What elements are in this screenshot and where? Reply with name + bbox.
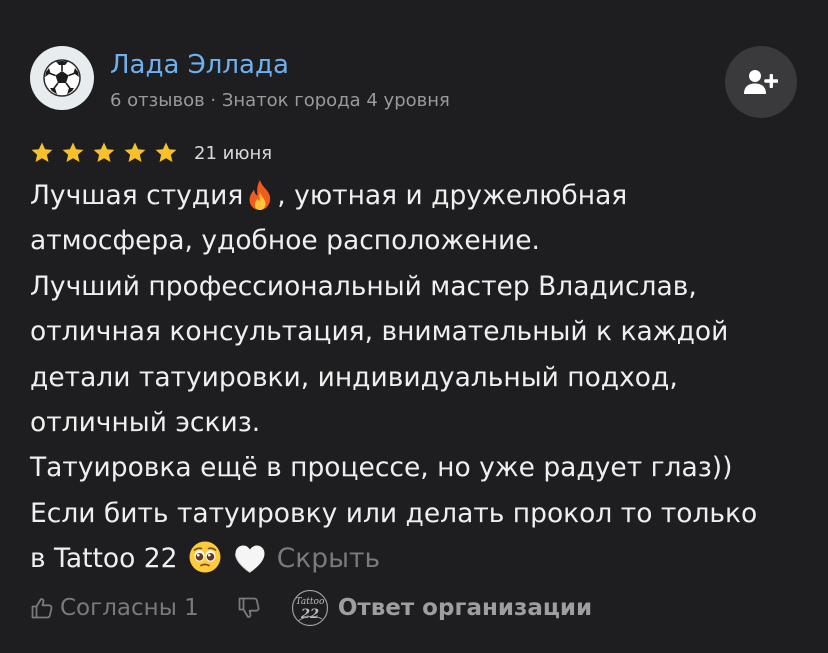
- review-date: 21 июня: [194, 142, 273, 164]
- review-line: отличная консультация, внимательный к ка…: [30, 316, 729, 348]
- review-text: Лучшая студия , уютная и дружелюбная атмо…: [30, 173, 810, 582]
- star-icon: [93, 142, 115, 162]
- soccer-ball-icon: [43, 59, 81, 97]
- review-text-part: в Tattoo 22: [30, 543, 178, 575]
- pleading-face-emoji-icon: [189, 541, 221, 573]
- hide-link[interactable]: Скрыть: [277, 543, 380, 574]
- star-icon: [62, 142, 84, 162]
- review-line: в Tattoo 22 Скрыть: [30, 536, 810, 581]
- thumbs-up-icon: [31, 598, 53, 619]
- svg-text:22: 22: [300, 607, 319, 622]
- review-line: атмосфера, удобное расположение.: [30, 225, 540, 257]
- svg-text:Tattoo: Tattoo: [295, 597, 324, 607]
- rating-row: 21 июня: [30, 139, 272, 167]
- review-line: Лучший профессиональный мастер Владислав…: [30, 270, 697, 302]
- org-reply-button[interactable]: Tattoo 22 Ответ организации: [291, 589, 592, 627]
- star-icon: [124, 142, 146, 162]
- review-actions: Согласны 1 Tattoo 22 Ответ организации: [30, 588, 592, 628]
- author-avatar[interactable]: [30, 46, 94, 110]
- like-button[interactable]: Согласны 1: [30, 595, 199, 621]
- subscribe-button[interactable]: [725, 46, 797, 118]
- tattoo-22-logo-icon: Tattoo 22: [291, 589, 328, 627]
- like-label: Согласны 1: [60, 595, 199, 621]
- review-text-part: Лучшая студия: [30, 180, 244, 211]
- review-line: Татуировка ещё в процессе, но уже радует…: [30, 452, 733, 484]
- star-icon: [31, 142, 53, 162]
- author-name[interactable]: Лада Эллада: [110, 48, 289, 82]
- fire-emoji-icon: [249, 180, 271, 210]
- review-line: отличный эскиз.: [30, 407, 261, 439]
- star-icon: [155, 142, 177, 162]
- review-line: Если бить татуировку или делать прокол т…: [30, 497, 758, 529]
- review-line: детали татуировки, индивидуальный подход…: [30, 361, 678, 393]
- add-user-icon: [744, 70, 778, 94]
- review-text-part: , уютная и дружелюбная: [277, 180, 628, 211]
- dislike-button[interactable]: [237, 596, 261, 620]
- review-line: Лучшая студия , уютная и дружелюбная: [30, 173, 810, 218]
- review-card: Лада Эллада 6 отзывов · Знаток города 4 …: [0, 0, 828, 653]
- org-reply-label: Ответ организации: [337, 595, 593, 621]
- org-logo: Tattoo 22: [291, 589, 329, 627]
- author-meta: 6 отзывов · Знаток города 4 уровня: [110, 90, 450, 111]
- thumbs-down-icon: [238, 597, 260, 618]
- white-heart-emoji-icon: [235, 545, 265, 574]
